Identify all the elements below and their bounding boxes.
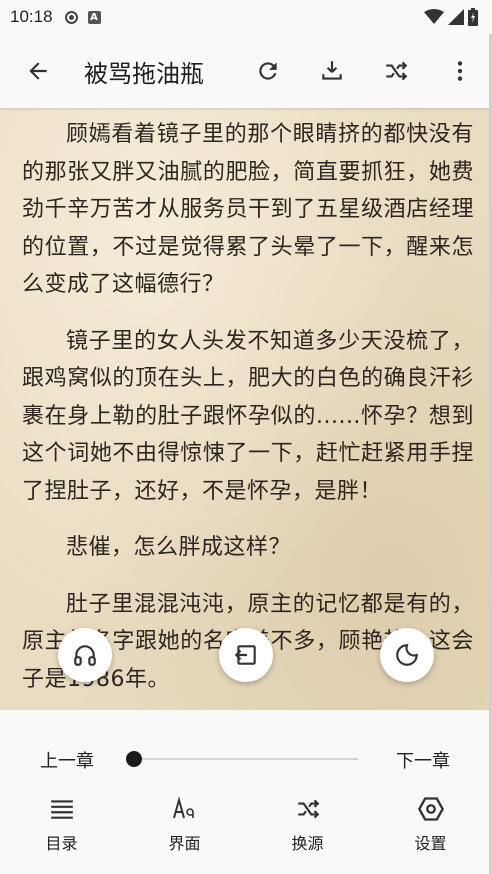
chapter-progress-slider[interactable] [134,758,358,760]
night-mode-button[interactable] [380,628,434,682]
more-options-button[interactable] [436,47,484,95]
read-aloud-button[interactable] [58,628,112,682]
record-icon [64,10,78,24]
refresh-button[interactable] [244,47,292,95]
menu-label: 换源 [291,834,324,853]
prev-chapter-button[interactable]: 上一章 [40,747,94,773]
content-paragraph: 镜子里的女人头发不知道多少天没梳了，跟鸡窝似的顶在头上，肥大的白色的确良汗衫裹在… [22,328,474,504]
change-source-button[interactable] [372,47,420,95]
shuffle-icon [386,61,408,81]
reading-content[interactable]: 顾嫣看着镜子里的那个眼睛挤的都快没有的那张又胖又油腻的肥脸，简直要抓狂，她费劲千… [0,108,492,710]
menu-item-settings[interactable]: 设置 [369,792,492,858]
signal-icon [448,9,464,25]
exit-to-app-icon [234,645,256,665]
text-format-icon [172,796,194,819]
download-icon [322,61,342,80]
status-bar: 10:18 A [0,0,492,34]
toolbar-actions [244,47,484,95]
menu-item-catalog[interactable]: 目录 [0,792,123,858]
status-time: 10:18 [10,7,53,26]
refresh-icon [259,62,277,80]
bottom-control-panel: 上一章 下一章 目录 界面 换源 设置 [0,710,492,874]
menu-item-interface[interactable]: 界面 [123,792,246,858]
menu-label: 目录 [45,834,78,853]
content-paragraph: 悲催，怎么胖成这样？ [66,535,292,560]
wifi-icon [424,9,444,24]
slider-thumb[interactable] [126,751,142,767]
night-mode-icon [396,644,418,666]
content-paragraph: 顾嫣看着镜子里的那个眼睛挤的都快没有的那张又胖又油腻的肥脸，简直要抓狂，她费劲千… [22,122,474,297]
book-title: 被骂拖油瓶 [84,59,204,88]
menu-label: 界面 [168,834,201,853]
headphones-icon [74,645,96,666]
menu-item-change-source[interactable]: 换源 [246,792,369,858]
next-chapter-button[interactable]: 下一章 [396,747,450,773]
auto-page-button[interactable] [219,628,273,682]
status-icons [424,8,478,26]
battery-icon [468,8,478,26]
back-arrow-icon [29,62,47,80]
reader-menu: 目录 界面 换源 设置 [0,792,492,858]
top-app-bar: 被骂拖油瓶 [0,34,492,108]
shuffle-icon [297,799,319,819]
back-button[interactable] [14,47,62,95]
menu-label: 设置 [414,834,447,853]
download-button[interactable] [308,47,356,95]
accessibility-icon: A [87,10,101,24]
list-icon [50,800,73,819]
chapter-navigation: 上一章 下一章 [0,744,492,774]
more-vert-icon [457,61,463,81]
settings-icon [417,797,444,821]
